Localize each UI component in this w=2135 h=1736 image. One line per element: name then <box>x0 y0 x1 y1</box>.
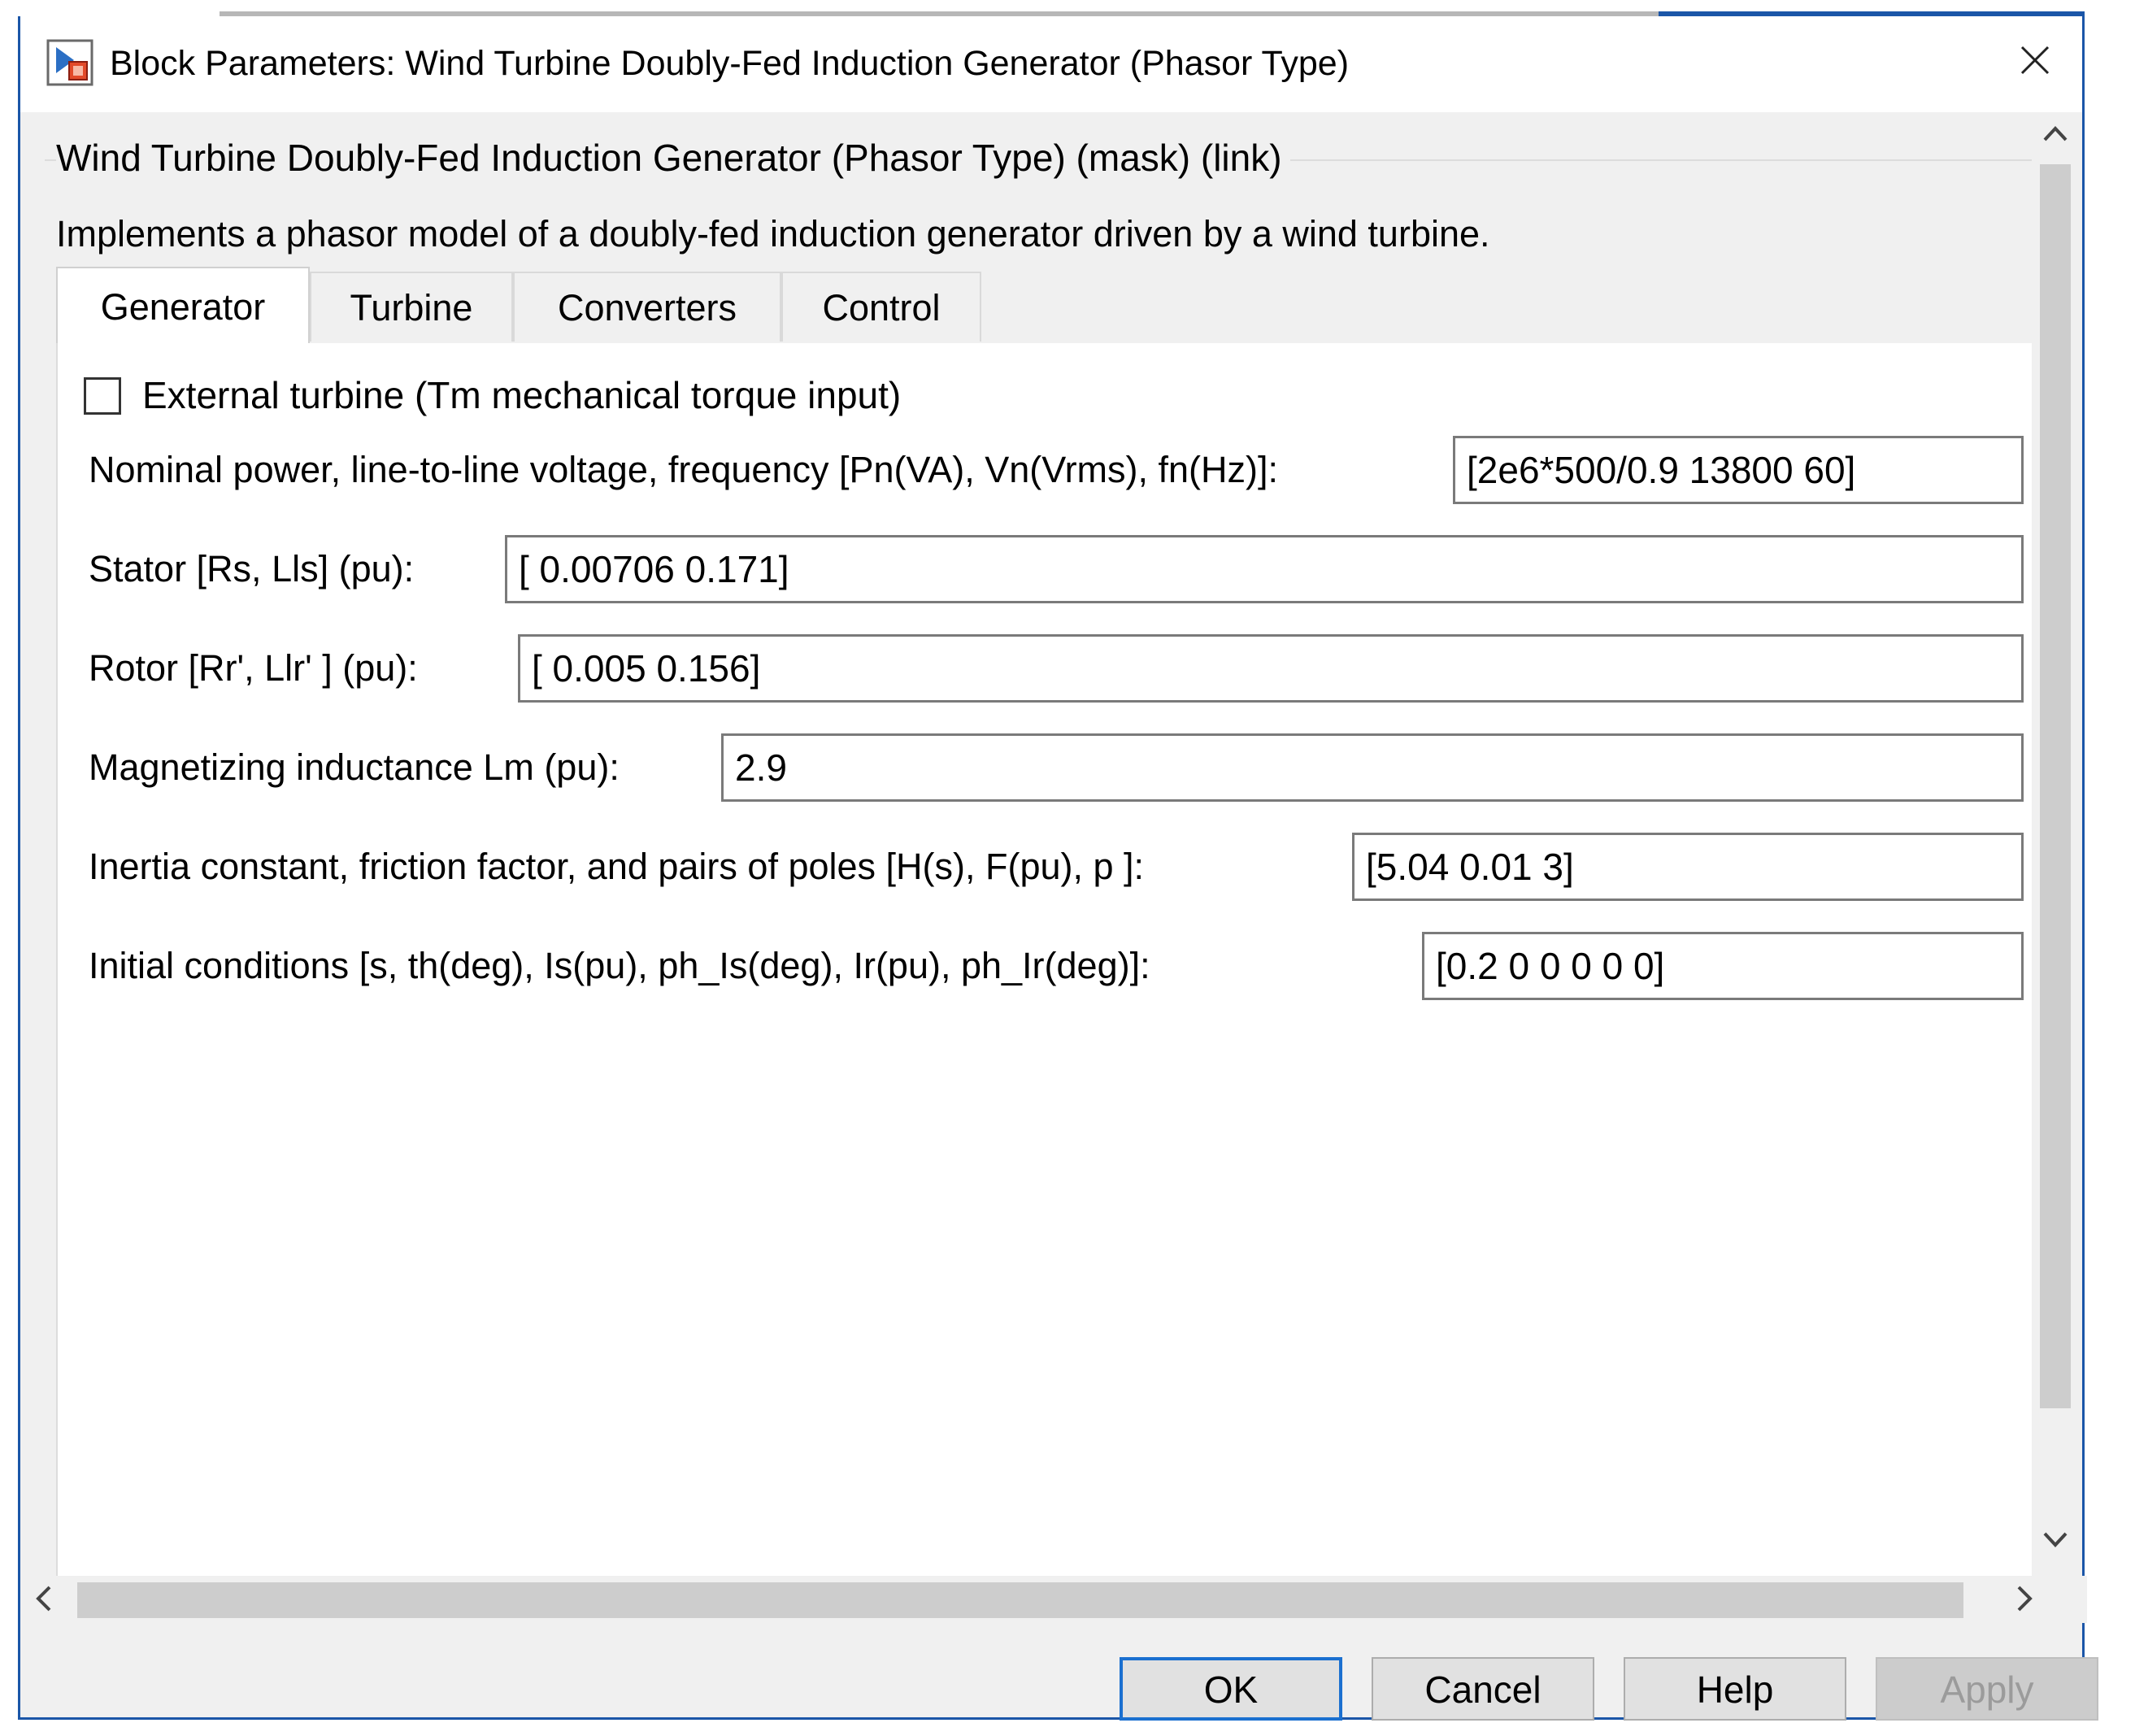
param-rotor: Rotor [Rr', Llr' ] (pu): <box>89 634 2064 703</box>
close-icon <box>2020 46 2050 75</box>
block-parameters-dialog: Block Parameters: Wind Turbine Doubly-Fe… <box>18 16 2098 1721</box>
horizontal-scrollbar[interactable] <box>20 1576 2087 1623</box>
param-stator: Stator [Rs, Lls] (pu): <box>89 535 2064 603</box>
tab-converters[interactable]: Converters <box>513 272 781 342</box>
chevron-right-icon[interactable] <box>2015 1584 2035 1613</box>
initial-conditions-field[interactable] <box>1422 932 2024 1000</box>
param-label: Nominal power, line-to-line voltage, fre… <box>89 449 1279 490</box>
magnetizing-inductance-field[interactable] <box>721 733 2024 802</box>
param-label: Inertia constant, friction factor, and p… <box>89 846 1145 887</box>
vertical-scrollbar[interactable] <box>2032 112 2079 1576</box>
dialog-content: Wind Turbine Doubly-Fed Induction Genera… <box>20 112 2087 1576</box>
window-title: Block Parameters: Wind Turbine Doubly-Fe… <box>110 44 1350 83</box>
tab-generator[interactable]: Generator <box>56 267 310 345</box>
external-turbine-checkbox[interactable] <box>84 377 121 415</box>
close-button[interactable] <box>1985 16 2082 112</box>
param-label: Initial conditions [s, th(deg), Is(pu), … <box>89 945 1150 986</box>
cancel-button[interactable]: Cancel <box>1372 1657 1594 1721</box>
param-label: Stator [Rs, Lls] (pu): <box>89 548 415 590</box>
vertical-scroll-thumb[interactable] <box>2040 164 2071 1408</box>
stator-field[interactable] <box>505 535 2024 603</box>
rotor-field[interactable] <box>518 634 2024 703</box>
param-inertia: Inertia constant, friction factor, and p… <box>89 833 2064 901</box>
simulink-block-icon <box>46 39 93 86</box>
param-label: Rotor [Rr', Llr' ] (pu): <box>89 647 418 689</box>
ok-button[interactable]: OK <box>1120 1657 1342 1721</box>
horizontal-scroll-thumb[interactable] <box>77 1582 1963 1618</box>
title-bar[interactable]: Block Parameters: Wind Turbine Doubly-Fe… <box>20 16 2082 112</box>
block-description: Implements a phasor model of a doubly-fe… <box>56 213 1490 255</box>
param-label: Magnetizing inductance Lm (pu): <box>89 746 620 788</box>
param-initial-conditions: Initial conditions [s, th(deg), Is(pu), … <box>89 932 2064 1000</box>
block-name: Wind Turbine Doubly-Fed Induction Genera… <box>56 133 1290 182</box>
tab-control[interactable]: Control <box>781 272 981 342</box>
nominal-power-field[interactable] <box>1453 436 2024 504</box>
param-magnetizing-inductance: Magnetizing inductance Lm (pu): <box>89 733 2064 802</box>
dialog-buttons: OK Cancel Help Apply <box>20 1623 2098 1721</box>
apply-button[interactable]: Apply <box>1876 1657 2098 1721</box>
help-button[interactable]: Help <box>1624 1657 1846 1721</box>
chevron-down-icon[interactable] <box>2042 1530 2069 1550</box>
param-nominal-power: Nominal power, line-to-line voltage, fre… <box>89 436 2064 504</box>
generator-tab-panel: External turbine (Tm mechanical torque i… <box>56 343 2064 1576</box>
inertia-field[interactable] <box>1352 833 2024 901</box>
external-turbine-label: External turbine (Tm mechanical torque i… <box>142 374 902 416</box>
chevron-up-icon[interactable] <box>2042 124 2069 143</box>
chevron-left-icon[interactable] <box>33 1584 53 1613</box>
tab-turbine[interactable]: Turbine <box>310 272 513 342</box>
